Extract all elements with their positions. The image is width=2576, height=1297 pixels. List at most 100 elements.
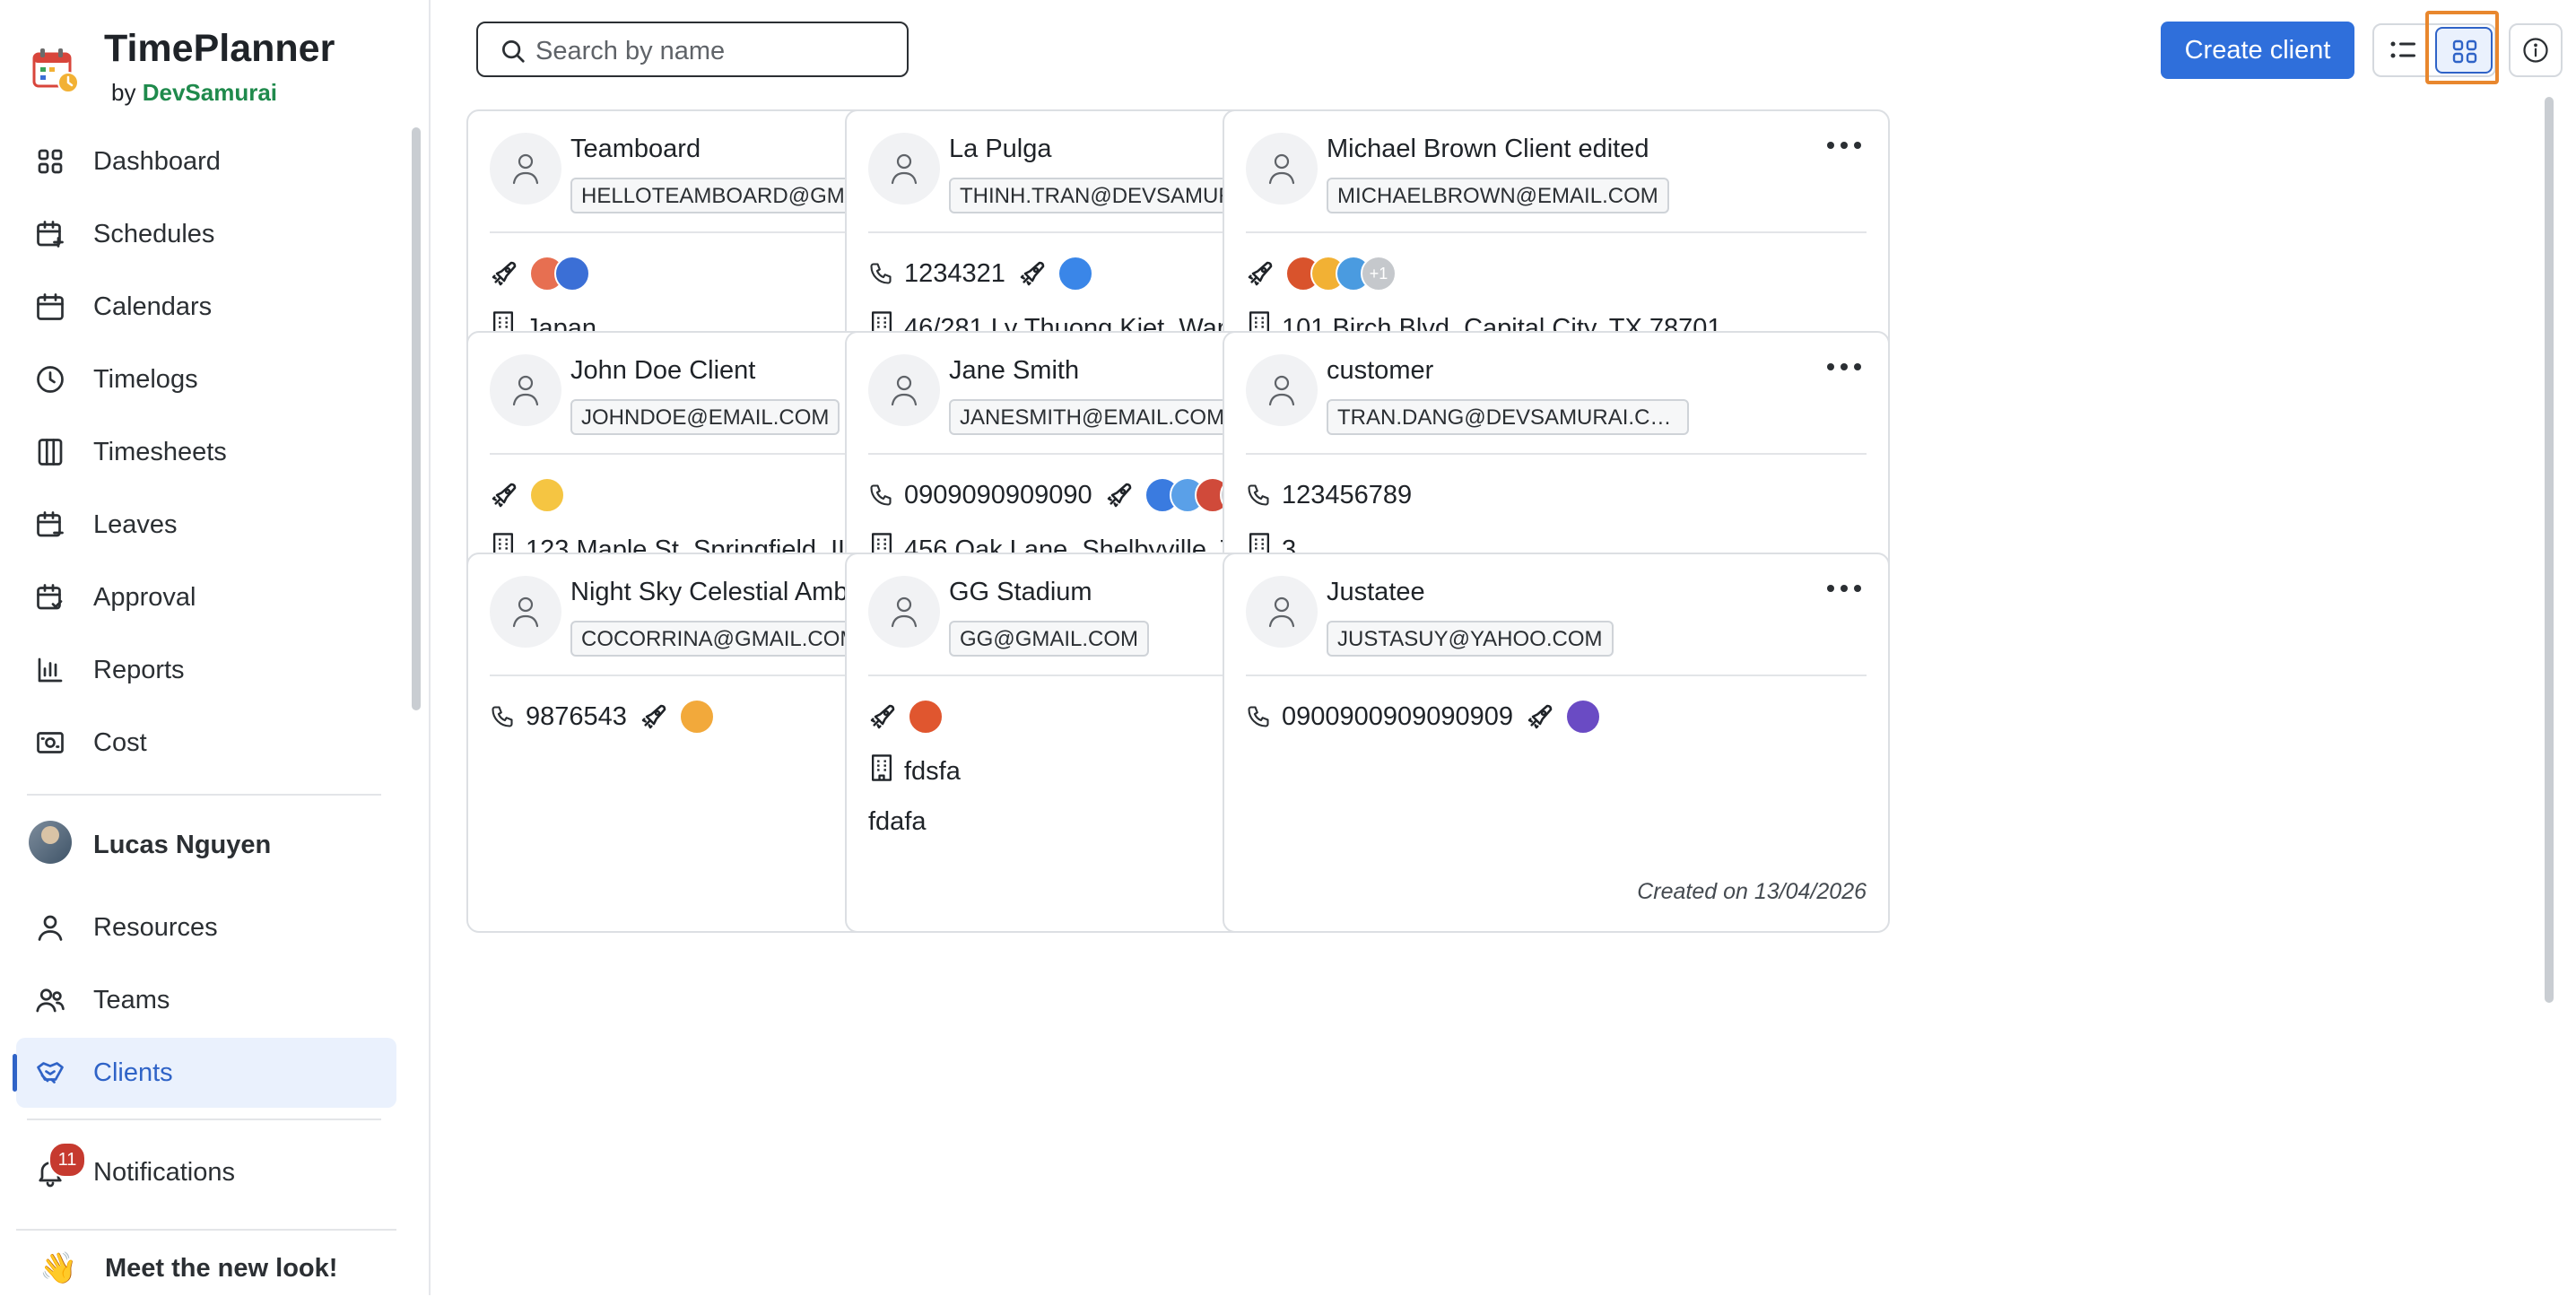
main-scrollbar[interactable] [2544, 97, 2554, 1254]
client-email: JOHNDOE@EMAIL.COM [570, 399, 840, 435]
client-name[interactable]: John Doe Client [570, 356, 755, 386]
rocket-project-icon [1018, 259, 1047, 288]
user-avatar[interactable] [29, 821, 72, 864]
search-input[interactable] [534, 32, 896, 70]
client-avatar [1246, 576, 1318, 648]
user-name[interactable]: Lucas Nguyen [93, 831, 271, 860]
client-phone: 0909090909090 [904, 480, 1092, 509]
client-contact-row: 9876543 [490, 696, 715, 737]
client-name[interactable]: Teamboard [570, 135, 701, 164]
client-phone: 0900900909090909 [1282, 701, 1514, 731]
client-contact-row: 0909090909090+14 [868, 474, 1256, 516]
sidebar-item-calendars[interactable]: Calendars [16, 272, 396, 342]
client-avatar [868, 354, 940, 426]
client-name[interactable]: Jane Smith [949, 356, 1079, 386]
sidebar-item-cost[interactable]: Cost [16, 708, 396, 778]
sidebar-item-clients[interactable]: Clients [13, 1038, 396, 1108]
sidebar-item-label: Notifications [93, 1158, 235, 1187]
calendar-check-icon [34, 581, 66, 614]
list-icon [2390, 41, 2415, 58]
calendar-plus-icon [34, 218, 66, 250]
project-avatar[interactable] [1565, 699, 1602, 735]
sidebar-item-resources[interactable]: Resources [16, 892, 396, 962]
client-contact-row [868, 696, 944, 737]
sidebar-item-approval[interactable]: Approval [16, 562, 396, 632]
sidebar-item-reports[interactable]: Reports [16, 635, 396, 705]
clients-grid: TeamboardHELLOTEAMBOARD@GMAIL.C...JapanC… [466, 97, 2556, 1295]
client-phone: 123456789 [1282, 480, 1413, 509]
client-avatar [1246, 133, 1318, 205]
people-icon [34, 984, 66, 1016]
sidebar-item-label: Approval [93, 583, 196, 612]
more-projects-badge[interactable]: +1 [1361, 256, 1397, 292]
sidebar: TimePlanner by DevSamurai Dashboard Sched… [0, 0, 431, 1295]
project-avatar[interactable] [1057, 256, 1093, 292]
client-email: JUSTASUY@YAHOO.COM [1327, 621, 1614, 657]
sidebar-item-label: Resources [93, 913, 218, 942]
sidebar-divider [27, 794, 381, 796]
meet-new-look[interactable]: 👋 Meet the new look! [16, 1229, 396, 1297]
sidebar-item-label: Clients [93, 1058, 173, 1087]
byline-brand: DevSamurai [142, 79, 278, 106]
sidebar-item-label: Cost [93, 728, 147, 757]
sidebar-item-dashboard[interactable]: Dashboard [16, 126, 396, 196]
app-title: TimePlanner [104, 27, 335, 70]
phone-icon [868, 483, 893, 508]
client-name[interactable]: Justatee [1327, 578, 1425, 607]
phone-icon [868, 261, 893, 286]
sidebar-item-schedules[interactable]: Schedules [16, 199, 396, 269]
phone-icon [490, 704, 515, 729]
phone-icon [1246, 704, 1271, 729]
client-name[interactable]: customer [1327, 356, 1433, 386]
client-name[interactable]: GG Stadium [949, 578, 1092, 607]
project-avatar[interactable] [908, 699, 944, 735]
info-icon [2523, 38, 2548, 63]
client-contact-row: 0900900909090909 [1246, 696, 1602, 737]
client-name[interactable]: Michael Brown Client edited [1327, 135, 1649, 164]
rocket-project-icon [490, 259, 518, 288]
rocket-project-icon [868, 702, 897, 731]
calendar-icon [34, 291, 66, 323]
building-icon [868, 753, 904, 789]
phone-icon [1246, 483, 1271, 508]
search-box[interactable] [476, 22, 909, 77]
sidebar-item-timelogs[interactable]: Timelogs [16, 344, 396, 414]
project-avatar[interactable] [529, 477, 565, 513]
client-name[interactable]: La Pulga [949, 135, 1052, 164]
sidebar-item-timesheets[interactable]: Timesheets [16, 417, 396, 487]
create-client-button[interactable]: Create client [2161, 22, 2354, 79]
project-avatar[interactable] [554, 256, 590, 292]
project-avatar[interactable] [678, 699, 715, 735]
rocket-project-icon [1246, 259, 1275, 288]
client-avatar [490, 576, 561, 648]
sidebar-item-label: Dashboard [93, 147, 221, 176]
sidebar-item-label: Leaves [93, 510, 178, 539]
more-options-icon[interactable] [1827, 142, 1863, 152]
more-options-icon[interactable] [1827, 585, 1863, 596]
client-email: COCORRINA@GMAIL.COM [570, 621, 869, 657]
card-divider [1246, 675, 1867, 676]
client-avatar [868, 576, 940, 648]
info-button[interactable] [2509, 23, 2563, 77]
client-avatar [490, 133, 561, 205]
client-address: fdsfa [904, 756, 961, 786]
timesheet-columns-icon [34, 436, 66, 468]
sidebar-item-leaves[interactable]: Leaves [16, 490, 396, 560]
client-contact-row: 123456789 [1246, 474, 1424, 516]
dashboard-grid-icon [34, 145, 66, 178]
client-contact-row: 1234321 [868, 253, 1093, 294]
app-byline: by DevSamurai [111, 79, 277, 107]
timeplanner-logo-icon [32, 48, 79, 93]
waving-hand-icon: 👋 [39, 1251, 78, 1285]
meet-new-look-label: Meet the new look! [105, 1254, 338, 1283]
more-options-icon[interactable] [1827, 363, 1863, 374]
rocket-project-icon [640, 702, 668, 731]
sidebar-item-label: Timelogs [93, 365, 198, 394]
client-contact-row [490, 474, 565, 516]
client-contact-row: +1 [1246, 253, 1397, 294]
client-card[interactable]: Justatee JUSTASUY@YAHOO.COM 09009009090909… [1223, 553, 1890, 933]
calendar-minus-icon [34, 509, 66, 541]
sidebar-item-teams[interactable]: Teams [16, 965, 396, 1035]
client-avatar [1246, 354, 1318, 426]
sidebar-scrollbar[interactable] [412, 127, 421, 710]
